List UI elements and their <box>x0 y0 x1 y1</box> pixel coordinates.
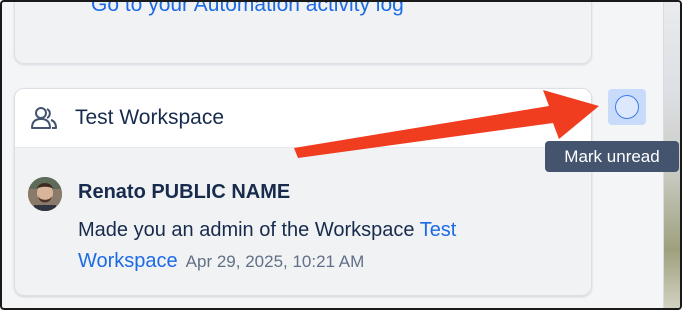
message-text: Made you an admin of the Workspace <box>78 219 415 241</box>
mark-unread-button[interactable] <box>608 89 646 125</box>
actor-name: Renato PUBLIC NAME <box>78 181 291 203</box>
avatar[interactable] <box>28 177 62 211</box>
previous-notification-card: Go to your Automation activity log <box>14 2 592 64</box>
workspace-link-continued[interactable]: Workspace <box>78 250 178 272</box>
circle-icon <box>615 95 639 119</box>
notification-timestamp: Apr 29, 2025, 10:21 AM <box>185 252 365 271</box>
notification-message: Made you an admin of the Workspace Test <box>78 219 456 242</box>
people-icon <box>30 106 58 130</box>
app-frame: Go to your Automation activity log Test … <box>0 0 682 310</box>
automation-activity-link[interactable]: Go to your Automation activity log <box>91 2 404 17</box>
workspace-title[interactable]: Test Workspace <box>75 106 224 130</box>
workspace-link[interactable]: Test <box>420 219 457 241</box>
notification-card-header: Test Workspace <box>15 89 591 148</box>
notification-card: Test Workspace Renato PUBLIC NAME Made y… <box>14 88 592 296</box>
mark-unread-tooltip: Mark unread <box>545 141 679 172</box>
notification-message-line2: Workspace Apr 29, 2025, 10:21 AM <box>78 250 364 273</box>
